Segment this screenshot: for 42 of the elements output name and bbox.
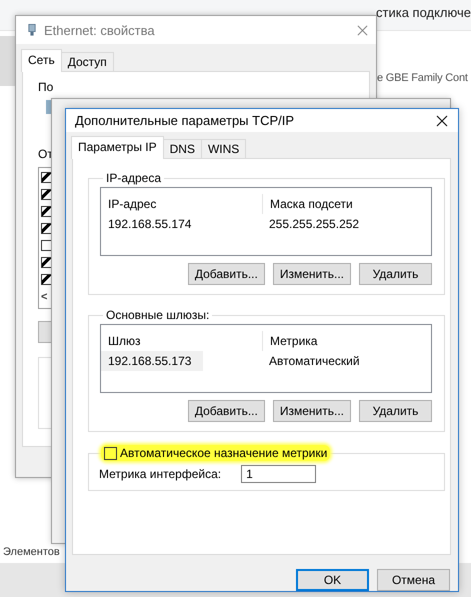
button[interactable]: Изменить... — [272, 400, 351, 422]
scroll-arrow[interactable]: < — [41, 291, 54, 303]
input-field[interactable]: 1 — [241, 465, 316, 483]
field-label: От — [38, 147, 53, 161]
close-icon[interactable] — [436, 114, 448, 126]
button[interactable]: Удалить — [359, 263, 432, 285]
checkbox[interactable] — [41, 257, 52, 268]
adapter-description: e GBE Family Cont — [377, 72, 468, 84]
column-header[interactable]: Метрика — [263, 331, 431, 351]
button[interactable]: Удалить — [359, 400, 432, 422]
column-header[interactable]: Маска подсети — [263, 194, 431, 214]
tab[interactable]: Доступ — [60, 52, 114, 71]
group-title: Основные шлюзы: — [105, 308, 210, 322]
checkbox-label[interactable]: Автоматическое назначение метрики — [120, 446, 328, 460]
toolbar-item[interactable]: стика подключе — [376, 5, 471, 20]
checkbox[interactable] — [41, 274, 52, 285]
checkbox[interactable] — [41, 206, 52, 217]
checkbox[interactable] — [41, 189, 52, 200]
button[interactable]: Отмена — [377, 569, 450, 591]
column-header[interactable]: IP-адрес — [101, 194, 263, 214]
button[interactable]: Добавить... — [188, 263, 265, 285]
network-adapter-icon — [28, 23, 36, 37]
window-title: Дополнительные параметры TCP/IP — [75, 113, 296, 128]
button[interactable]: Добавить... — [188, 400, 265, 422]
button[interactable]: OK — [296, 569, 369, 591]
button[interactable]: Изменить... — [272, 263, 351, 285]
checkbox[interactable] — [104, 446, 117, 460]
tab[interactable]: Параметры IP — [71, 136, 164, 159]
table-cell[interactable]: 192.168.55.174 — [101, 214, 262, 234]
column-header[interactable]: Шлюз — [101, 331, 263, 351]
group-title: IP-адреса — [105, 171, 162, 185]
tab[interactable]: WINS — [200, 139, 246, 158]
checkbox[interactable] — [41, 240, 52, 251]
table-cell[interactable]: Автоматический — [262, 351, 430, 371]
checkbox[interactable] — [41, 172, 52, 183]
status-text: Элементов — [3, 546, 60, 558]
field-label: По — [38, 80, 54, 94]
checkbox[interactable] — [41, 223, 52, 234]
tab[interactable]: Сеть — [21, 49, 62, 72]
window-title: Ethernet: свойства — [44, 22, 156, 38]
field-label: Метрика интерфейса: — [99, 467, 222, 481]
table-cell[interactable]: 255.255.255.252 — [262, 214, 430, 234]
